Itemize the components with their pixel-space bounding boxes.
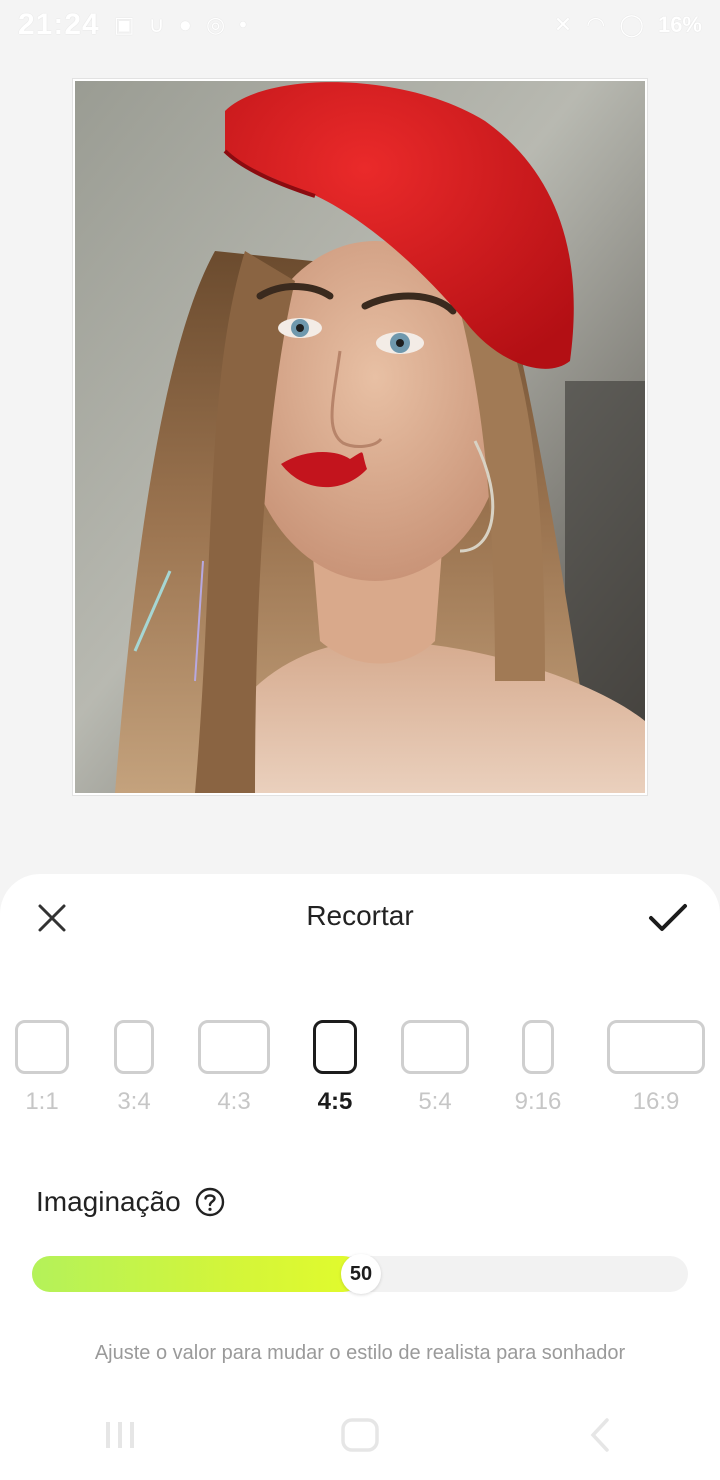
battery-level: 16%	[657, 12, 702, 37]
ratio-option-3-4[interactable]: 3:4	[113, 1020, 155, 1116]
magnet-icon: ∪	[148, 12, 165, 37]
ratio-label: 3:4	[117, 1088, 151, 1115]
imagination-hint: Ajuste o valor para mudar o estilo de re…	[94, 1342, 626, 1364]
home-button[interactable]	[330, 1410, 390, 1460]
battery-saver-icon: ◯	[619, 12, 644, 37]
ratio-label: 4:5	[317, 1088, 353, 1115]
status-bar: 21:24 ▣ ∪ ● ◎ • ✕ ◠ ◯ 16%	[0, 0, 720, 50]
ratio-shape	[15, 1020, 69, 1074]
status-time: 21:24	[18, 8, 100, 41]
notification-icon: ▣	[113, 12, 135, 37]
back-button[interactable]	[570, 1410, 630, 1460]
imagination-header: Imaginação	[36, 1186, 225, 1218]
imagination-label: Imaginação	[36, 1186, 181, 1217]
mute-icon: ✕	[553, 12, 573, 37]
recent-apps-button[interactable]	[90, 1410, 150, 1460]
ratio-label: 1:1	[25, 1088, 59, 1115]
dot-icon: •	[239, 12, 247, 37]
ratio-label: 5:4	[418, 1088, 452, 1115]
slider-thumb[interactable]: 50	[341, 1254, 381, 1294]
crop-screen: 21:24 ▣ ∪ ● ◎ • ✕ ◠ ◯ 16% Recortar 1:1 3…	[0, 0, 720, 1480]
ratio-shape	[313, 1020, 357, 1074]
ratio-label: 16:9	[632, 1088, 680, 1115]
checkmark-icon	[649, 904, 687, 931]
ratio-shape	[198, 1020, 270, 1074]
system-nav-bar	[0, 1400, 720, 1470]
ratio-shape	[522, 1020, 554, 1074]
recent-apps-icon	[106, 1422, 134, 1448]
slider-fill	[32, 1256, 361, 1292]
slider-value: 50	[349, 1262, 373, 1285]
crop-sheet: Recortar 1:1 3:4 4:3 4:5 5:4 9:16 16:9 I…	[0, 874, 720, 1480]
home-icon	[341, 1418, 379, 1452]
confirm-button[interactable]	[640, 894, 696, 942]
ratio-option-16-9[interactable]: 16:9	[606, 1020, 706, 1116]
wifi-icon: ◠	[586, 12, 606, 37]
status-right: ✕ ◠ ◯ 16%	[554, 12, 702, 38]
ratio-shape	[114, 1020, 154, 1074]
portrait-photo	[75, 81, 645, 793]
back-icon	[590, 1418, 609, 1452]
ratio-options: 1:1 3:4 4:3 4:5 5:4 9:16 16:9	[0, 1020, 720, 1120]
photo-preview[interactable]	[73, 79, 647, 795]
help-button[interactable]	[195, 1187, 225, 1217]
help-icon	[195, 1187, 224, 1217]
sheet-title: Recortar	[306, 900, 414, 931]
ratio-option-1-1[interactable]: 1:1	[14, 1020, 70, 1116]
ratio-shape	[607, 1020, 705, 1074]
ratio-label: 9:16	[514, 1088, 562, 1115]
ratio-shape	[401, 1020, 469, 1074]
imagination-slider[interactable]: 50	[32, 1254, 688, 1294]
ratio-option-9-16[interactable]: 9:16	[508, 1020, 568, 1116]
status-left: 21:24 ▣ ∪ ● ◎ •	[18, 8, 247, 42]
facebook-icon: ●	[178, 12, 192, 37]
ratio-option-5-4[interactable]: 5:4	[400, 1020, 470, 1116]
ratio-option-4-3[interactable]: 4:3	[197, 1020, 271, 1116]
ratio-label: 4:3	[217, 1088, 251, 1115]
sync-icon: ◎	[205, 12, 226, 37]
ratio-option-4-5[interactable]: 4:5	[312, 1020, 358, 1116]
